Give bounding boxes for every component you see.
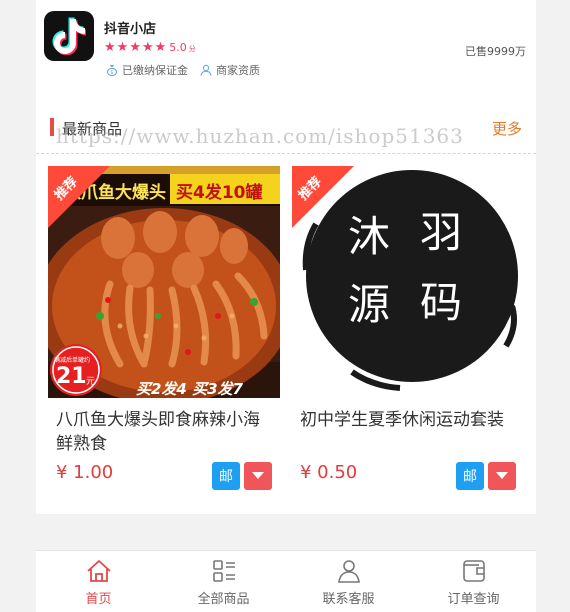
free-shipping-button[interactable]: 邮 (456, 462, 484, 490)
nav-item-customer-service[interactable]: 联系客服 (286, 551, 411, 612)
star-icon: ★ (116, 39, 129, 55)
star-icon: ★ (141, 39, 154, 55)
star-icon: ★ (104, 39, 116, 55)
bottom-nav: 首页 全部商品 联系客服 订单查询 (36, 550, 536, 612)
free-shipping-button[interactable]: 邮 (212, 462, 240, 490)
badge-qualification: 商家资质 (200, 62, 260, 78)
nav-item-all-products[interactable]: 全部商品 (161, 551, 286, 612)
image-price-unit: 元 (86, 377, 96, 387)
nav-label-home: 首页 (85, 592, 112, 607)
product-image[interactable]: 八爪鱼大爆头 买4发10罐 满减后单罐约 21 元 买2发4 买3发7 推荐 (48, 166, 280, 398)
money-bag-icon: $ (106, 65, 118, 76)
section-accent-bar (50, 118, 54, 136)
dropdown-button[interactable] (488, 462, 516, 490)
product-price: ¥ 1.00 (56, 462, 114, 483)
badge-deposit: $ 已缴纳保证金 (106, 62, 188, 78)
shop-card: 抖音小店 ★ ★ ★ ★ ★ 5.0 分 已售9999万 $ 已缴纳保证金 商家… (36, 0, 536, 514)
shop-badges: $ 已缴纳保证金 商家资质 (106, 62, 272, 78)
section-divider (36, 153, 536, 154)
image-price: 21 (56, 364, 87, 389)
rating-score: 5.0 (169, 40, 187, 54)
nav-label-all-products: 全部商品 (197, 592, 250, 607)
nav-label-customer-service: 联系客服 (322, 592, 375, 607)
shop-rating: ★ ★ ★ ★ ★ 5.0 分 (104, 40, 196, 54)
nav-item-order-query[interactable]: 订单查询 (411, 551, 536, 612)
product-image[interactable]: 沐 羽 源 码 推荐 (292, 166, 524, 398)
sold-count: 已售9999万 (465, 45, 526, 58)
person-icon (200, 64, 212, 76)
star-icon: ★ (154, 39, 167, 55)
nav-label-order-query: 订单查询 (447, 592, 500, 607)
product-price: ¥ 0.50 (300, 462, 358, 483)
logo-char: 沐 (348, 212, 391, 261)
wallet-icon (462, 560, 485, 582)
product-title[interactable]: 初中学生夏季休闲运动套装 (292, 408, 524, 456)
rating-unit: 分 (188, 45, 196, 53)
list-icon (212, 560, 235, 582)
shop-name[interactable]: 抖音小店 (104, 18, 156, 37)
more-link[interactable]: 更多 (492, 118, 522, 139)
badge-deposit-label: 已缴纳保证金 (122, 64, 188, 77)
product-card[interactable]: 八爪鱼大爆头 买4发10罐 满减后单罐约 21 元 买2发4 买3发7 推荐 八… (48, 166, 280, 490)
shop-logo[interactable] (44, 11, 94, 61)
badge-qualification-label: 商家资质 (216, 64, 260, 77)
dropdown-button[interactable] (244, 462, 272, 490)
chevron-down-icon (496, 472, 508, 479)
home-icon (86, 560, 111, 582)
svg-text:$: $ (110, 70, 113, 76)
product-title[interactable]: 八爪鱼大爆头即食麻辣小海鲜熟食 (48, 408, 280, 456)
section-title: 最新商品 (62, 120, 123, 138)
product-card[interactable]: 沐 羽 源 码 推荐 初中学生夏季休闲运动套装 ¥ 0.50 邮 (292, 166, 524, 490)
image-price-note: 满减后单罐约 (54, 357, 91, 364)
tiktok-logo-icon (52, 17, 86, 55)
image-bottom-text: 买2发4 买3发7 (136, 380, 243, 398)
user-icon (337, 560, 360, 583)
nav-item-home[interactable]: 首页 (36, 551, 161, 612)
image-promo-text: 买4发10罐 (176, 183, 263, 203)
star-icon: ★ (129, 39, 141, 55)
chevron-down-icon (252, 472, 264, 479)
logo-char: 码 (420, 278, 463, 327)
logo-char: 源 (348, 280, 391, 329)
logo-char: 羽 (420, 208, 463, 257)
